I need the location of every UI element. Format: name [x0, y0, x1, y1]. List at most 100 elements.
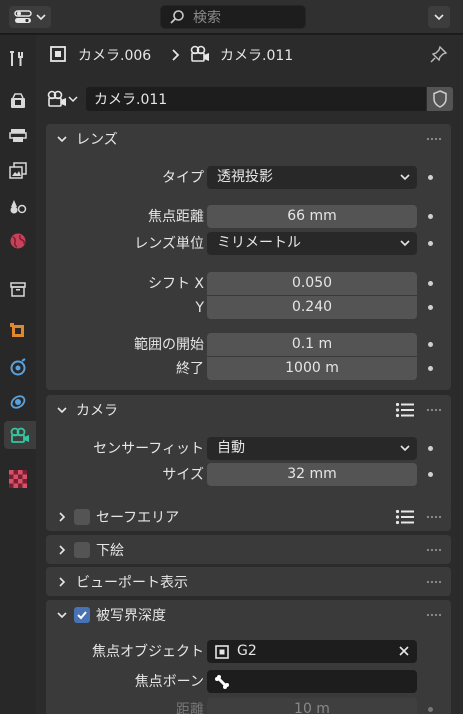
chevron-right-icon: [59, 512, 66, 522]
chevron-right-icon: [59, 545, 66, 555]
focus-object-field[interactable]: G2: [207, 640, 417, 663]
viewport-display-panel: ビューポート表示: [46, 567, 451, 596]
drag-handle-icon[interactable]: [426, 408, 442, 412]
clip-start-field[interactable]: 0.1 m: [207, 333, 417, 356]
safe-areas-checkbox[interactable]: [74, 509, 90, 525]
keyframe-dot-icon[interactable]: [428, 241, 433, 246]
keyframe-dot-icon[interactable]: [428, 342, 433, 347]
chevron-down-icon: [57, 136, 67, 143]
lens-panel-header[interactable]: レンズ: [46, 124, 451, 154]
fake-user-button[interactable]: [427, 87, 453, 111]
tab-world[interactable]: [3, 227, 33, 255]
datablock-selector: カメラ.011: [46, 87, 453, 111]
depth-of-field-panel-header[interactable]: 被写界深度: [46, 600, 451, 630]
close-icon[interactable]: [398, 645, 410, 657]
shift-y-label: Y: [195, 300, 204, 316]
focus-object-value: G2: [237, 643, 257, 659]
keyframe-dot-icon[interactable]: [428, 214, 433, 219]
drag-handle-icon[interactable]: [426, 580, 442, 584]
keyframe-dot-icon[interactable]: [428, 707, 433, 712]
render-camera-icon: [11, 93, 25, 108]
keyframe-dot-icon[interactable]: [428, 281, 433, 286]
options-dropdown-button[interactable]: [428, 6, 450, 28]
tab-texture[interactable]: [3, 465, 33, 493]
sensor-fit-select[interactable]: 自動: [207, 437, 417, 460]
tab-view-layer[interactable]: [3, 157, 33, 185]
keyframe-dot-icon[interactable]: [428, 472, 433, 477]
lens-type-select[interactable]: 透視投影: [207, 166, 417, 189]
physics-orbit-icon: [10, 395, 26, 409]
tab-scene[interactable]: [3, 193, 33, 221]
breadcrumb-camera-data: カメラ.011: [220, 48, 294, 64]
background-images-panel: 下絵: [46, 535, 451, 564]
safe-areas-panel: セーフエリア: [46, 502, 451, 531]
tab-camera-data[interactable]: [4, 421, 36, 449]
safe-areas-panel-header[interactable]: セーフエリア: [46, 502, 451, 532]
world-icon: [10, 233, 26, 249]
modifier-icon: [10, 358, 26, 376]
shift-x-field[interactable]: 0.050: [207, 272, 417, 295]
properties-main: カメラ.006 カメラ.011 カメラ.011 レンズ タイプ 透視投影 焦点距…: [36, 35, 463, 714]
drag-handle-icon[interactable]: [426, 548, 442, 552]
sensor-fit-label: センサーフィット: [93, 441, 204, 457]
keyframe-dot-icon[interactable]: [428, 175, 433, 180]
focus-bone-field[interactable]: [207, 670, 417, 693]
search-input[interactable]: 検索: [160, 5, 306, 29]
focal-length-field[interactable]: 66 mm: [207, 205, 417, 228]
drag-handle-icon[interactable]: [426, 613, 442, 617]
clip-end-field[interactable]: 1000 m: [207, 357, 417, 380]
drag-handle-icon[interactable]: [426, 137, 442, 141]
chevron-down-icon: [57, 407, 67, 414]
tab-physics[interactable]: [3, 388, 33, 416]
presets-list-icon[interactable]: [395, 402, 415, 418]
focus-object-label: 焦点オブジェクト: [92, 644, 204, 660]
datablock-name-field[interactable]: カメラ.011: [86, 87, 426, 111]
camera-panel-header[interactable]: カメラ: [46, 395, 451, 425]
background-images-checkbox[interactable]: [74, 542, 90, 558]
background-images-panel-header[interactable]: 下絵: [46, 535, 451, 565]
chevron-down-icon: [434, 14, 444, 21]
keyframe-dot-icon[interactable]: [428, 366, 433, 371]
camera-data-icon: [47, 90, 66, 107]
editor-type-button[interactable]: [9, 6, 51, 28]
clip-start-label: 範囲の開始: [134, 337, 204, 353]
depth-of-field-checkbox[interactable]: [74, 607, 90, 623]
chevron-down-icon: [36, 14, 46, 21]
shift-y-field[interactable]: 0.240: [207, 296, 417, 319]
object-square-icon: [215, 645, 229, 659]
object-square-icon: [50, 46, 66, 62]
chevron-down-icon: [400, 174, 410, 181]
chevron-down-icon: [68, 96, 78, 103]
lens-unit-label: レンズ単位: [134, 236, 204, 252]
tab-object[interactable]: [3, 317, 33, 345]
tab-output[interactable]: [3, 121, 33, 149]
tab-collection[interactable]: [3, 275, 33, 303]
tab-render[interactable]: [3, 87, 33, 115]
focus-distance-field[interactable]: 10 m: [207, 698, 417, 714]
panel-title: セーフエリア: [96, 510, 180, 526]
drag-handle-icon[interactable]: [426, 515, 442, 519]
datablock-browse-button[interactable]: [46, 87, 82, 111]
keyframe-dot-icon[interactable]: [428, 305, 433, 310]
chevron-right-icon: [59, 577, 66, 587]
checkmark-icon: [77, 611, 87, 620]
wrench-screwdriver-icon: [10, 51, 23, 66]
viewport-display-panel-header[interactable]: ビューポート表示: [46, 567, 451, 597]
panel-title: レンズ: [76, 132, 118, 148]
focal-length-label: 焦点距離: [148, 209, 204, 225]
tab-modifiers[interactable]: [3, 353, 33, 381]
lens-type-value: 透視投影: [217, 169, 273, 185]
tab-tool[interactable]: [3, 45, 33, 73]
pin-icon[interactable]: [430, 45, 448, 63]
sensor-size-field[interactable]: 32 mm: [207, 463, 417, 486]
camera-data-icon: [10, 427, 29, 443]
breadcrumb-object: カメラ.006: [78, 48, 152, 64]
sensor-fit-value: 自動: [217, 440, 245, 456]
presets-list-icon[interactable]: [395, 509, 415, 525]
collection-box-icon: [10, 282, 26, 297]
keyframe-dot-icon[interactable]: [428, 446, 433, 451]
lens-unit-value: ミリメートル: [217, 235, 301, 251]
bone-icon: [215, 675, 229, 689]
lens-unit-select[interactable]: ミリメートル: [207, 232, 417, 255]
shield-icon: [433, 90, 447, 108]
